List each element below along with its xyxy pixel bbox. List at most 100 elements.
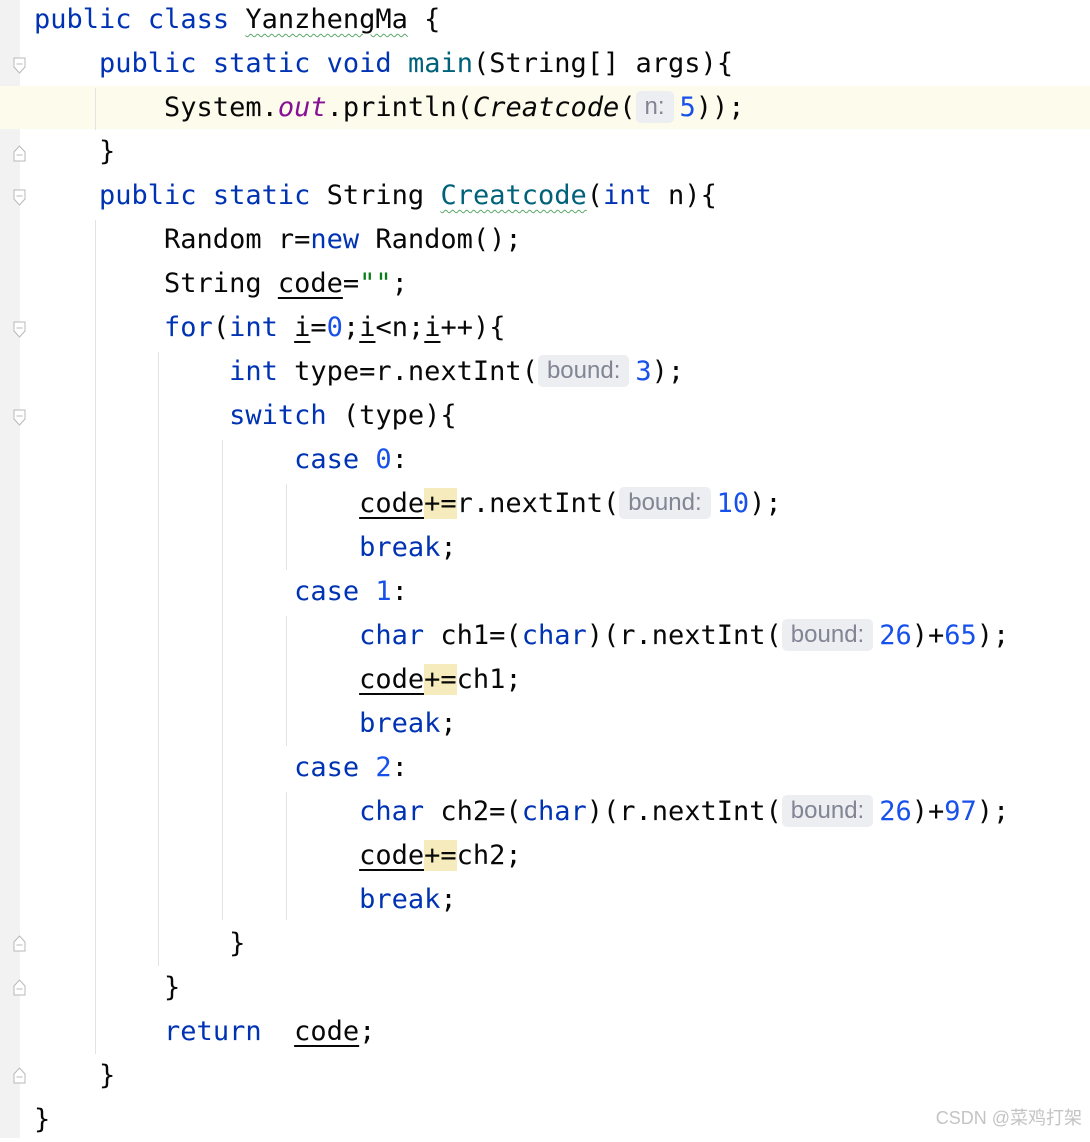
code-token: ; xyxy=(440,708,457,739)
code-line[interactable]: case 2: xyxy=(34,746,408,790)
code-line[interactable]: public static void main(String[] args){ xyxy=(34,42,733,86)
code-line[interactable]: public class YanzhengMa { xyxy=(34,0,440,42)
code-token: ( xyxy=(586,180,604,211)
code-line[interactable]: } xyxy=(34,922,245,966)
code-token: int xyxy=(229,356,278,387)
code-line[interactable]: } xyxy=(34,1054,115,1098)
code-token: ch2=( xyxy=(424,796,522,827)
fold-open-icon[interactable] xyxy=(13,409,26,426)
code-line[interactable]: break; xyxy=(34,878,457,922)
code-token: ( xyxy=(212,312,230,343)
code-token: } xyxy=(34,972,181,1003)
code-token: += xyxy=(424,840,457,871)
code-token: ); xyxy=(976,620,1010,651)
code-token: r.nextInt( xyxy=(456,488,620,519)
code-token: char xyxy=(359,620,425,651)
code-line[interactable]: } xyxy=(34,130,115,174)
code-token: 3 xyxy=(635,356,652,387)
code-token: int xyxy=(229,312,278,343)
code-token: code xyxy=(277,268,343,299)
code-token: } xyxy=(34,928,246,959)
code-token: : xyxy=(391,752,408,783)
parameter-hint: bound: xyxy=(781,795,874,827)
parameter-hint: bound: xyxy=(619,487,711,519)
code-line[interactable]: code+=ch2; xyxy=(34,834,522,878)
code-line[interactable]: String code=""; xyxy=(34,262,408,306)
code-token: main xyxy=(407,48,473,79)
code-token: )(r.nextInt( xyxy=(586,620,782,651)
code-token: ); xyxy=(976,796,1010,827)
code-token: ; xyxy=(359,1016,376,1047)
code-line[interactable]: switch (type){ xyxy=(34,394,457,438)
code-line[interactable]: return code; xyxy=(34,1010,375,1054)
code-line[interactable]: char ch1=(char)(r.nextInt(bound: 26)+65); xyxy=(34,614,1009,658)
fold-open-icon[interactable] xyxy=(13,57,26,74)
code-token: ); xyxy=(749,488,782,519)
code-token: void xyxy=(326,48,392,79)
code-token: break xyxy=(359,708,441,739)
code-token: : xyxy=(391,576,408,607)
fold-close-icon[interactable] xyxy=(13,979,26,996)
code-token: ch1; xyxy=(456,664,522,695)
code-token: new xyxy=(310,224,360,255)
code-token: n){ xyxy=(651,180,717,211)
parameter-hint: bound: xyxy=(781,619,874,651)
code-token: System. xyxy=(34,92,278,123)
code-line[interactable]: case 0: xyxy=(34,438,408,482)
code-line[interactable]: public static String Creatcode(int n){ xyxy=(34,174,717,218)
code-line[interactable]: case 1: xyxy=(34,570,408,614)
code-editor[interactable]: public class YanzhengMa { public static … xyxy=(0,0,1090,1138)
code-line[interactable]: char ch2=(char)(r.nextInt(bound: 26)+97); xyxy=(34,790,1009,834)
code-token: switch xyxy=(229,400,327,431)
code-token: case xyxy=(294,752,360,783)
editor-gutter xyxy=(0,0,20,1138)
code-token: i xyxy=(359,312,376,343)
code-token: } xyxy=(34,136,116,167)
code-line[interactable]: break; xyxy=(34,702,457,746)
code-line[interactable]: break; xyxy=(34,526,457,570)
code-token: code xyxy=(359,664,425,695)
code-token: 10 xyxy=(716,488,750,519)
code-line[interactable]: for(int i=0;i<n;i++){ xyxy=(34,306,506,350)
code-token: { xyxy=(407,4,441,35)
code-token: += xyxy=(424,488,457,519)
code-token: (String[] args){ xyxy=(472,48,734,79)
fold-close-icon[interactable] xyxy=(13,145,26,162)
code-token: ; xyxy=(391,268,408,299)
code-token: public xyxy=(99,48,197,79)
code-token: String xyxy=(34,268,278,299)
code-line[interactable]: int type=r.nextInt(bound: 3); xyxy=(34,350,684,394)
watermark: CSDN @菜鸡打架 xyxy=(935,1108,1082,1128)
fold-close-icon[interactable] xyxy=(13,1067,26,1084)
code-line[interactable]: Random r=new Random(); xyxy=(34,218,522,262)
code-token: type=r.nextInt( xyxy=(277,356,538,387)
code-token: static xyxy=(212,180,311,211)
fold-open-icon[interactable] xyxy=(13,189,26,206)
code-line[interactable]: } xyxy=(34,966,180,1010)
code-token: YanzhengMa xyxy=(245,4,408,35)
code-token: = xyxy=(310,312,327,343)
code-token: break xyxy=(359,532,441,563)
code-line[interactable]: code+=r.nextInt(bound: 10); xyxy=(34,482,782,526)
code-token: char xyxy=(359,796,425,827)
fold-open-icon[interactable] xyxy=(13,321,26,338)
code-token: ); xyxy=(651,356,685,387)
code-line[interactable]: System.out.println(Creatcode(n: 5)); xyxy=(34,86,745,130)
code-token: code xyxy=(294,1016,360,1047)
fold-close-icon[interactable] xyxy=(13,935,26,952)
code-line[interactable]: } xyxy=(34,1098,50,1142)
code-line[interactable]: code+=ch1; xyxy=(34,658,522,702)
